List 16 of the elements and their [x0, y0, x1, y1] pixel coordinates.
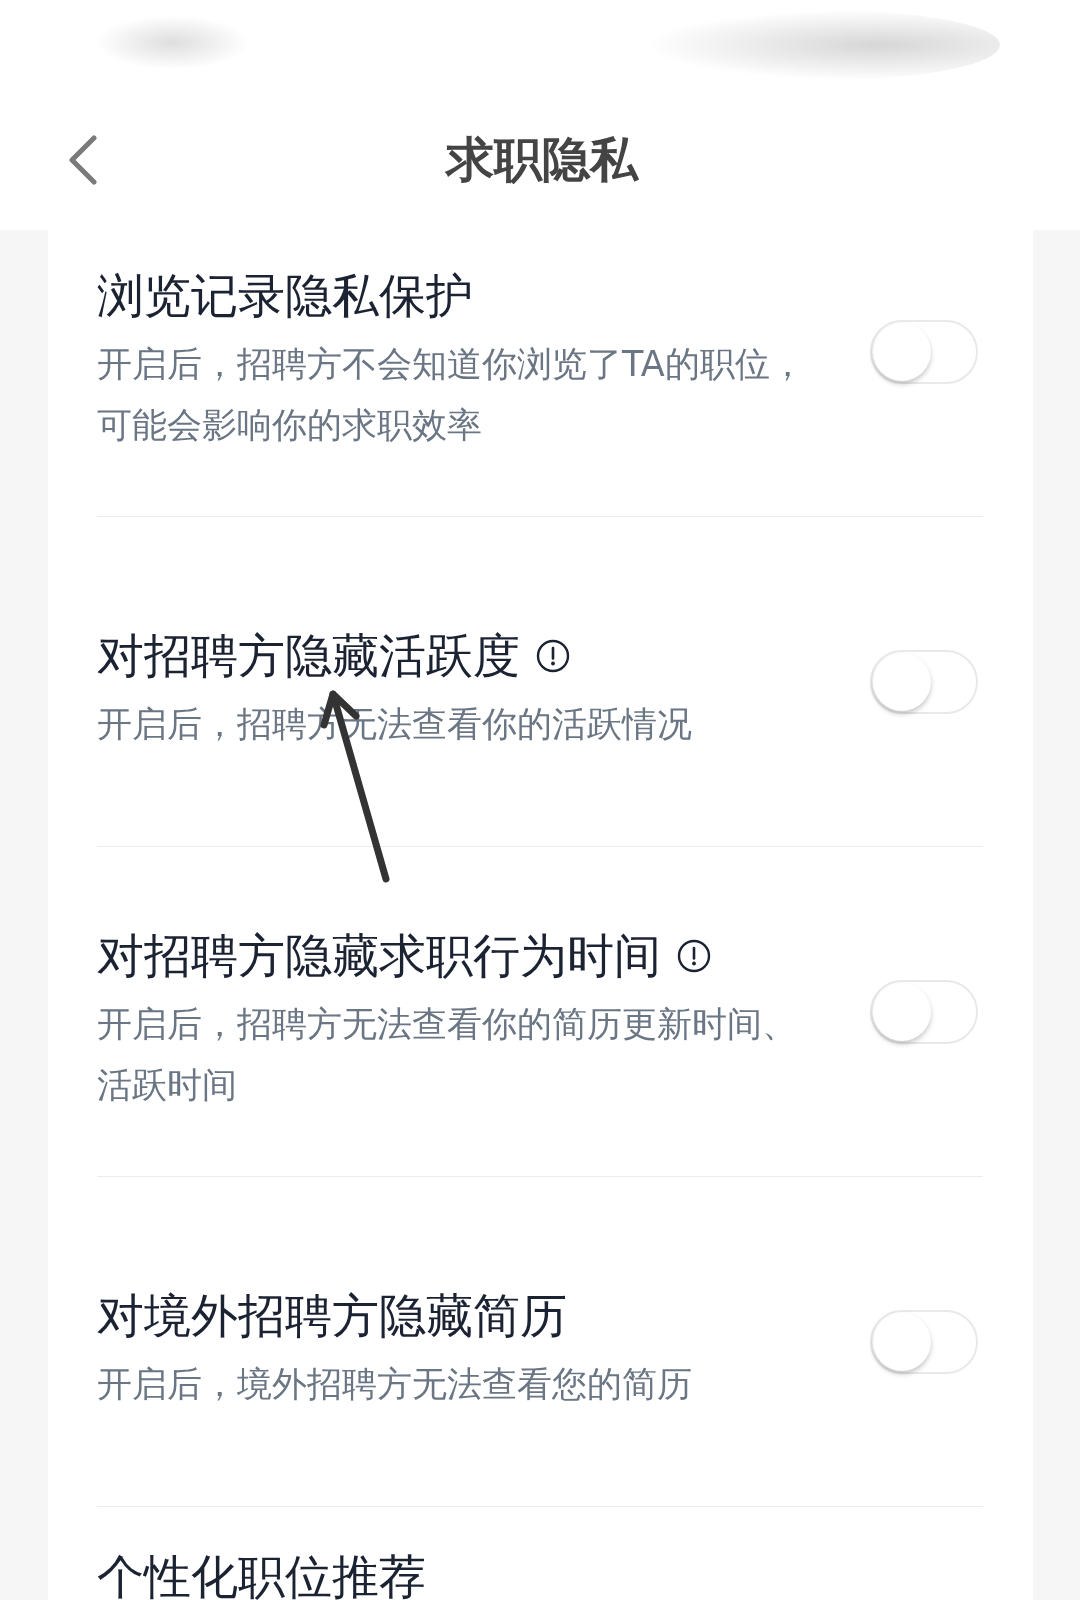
toggle-switch[interactable] [870, 319, 978, 384]
setting-description: 开启后，境外招聘方无法查看您的简历 [97, 1363, 693, 1406]
setting-title: 对境外招聘方隐藏简历 [97, 1288, 567, 1344]
info-icon[interactable] [536, 639, 570, 673]
setting-title: 对招聘方隐藏活跃度 [97, 628, 520, 684]
toggle-switch[interactable] [870, 649, 978, 714]
toggle-switch[interactable] [870, 979, 978, 1044]
info-icon[interactable] [677, 938, 711, 973]
setting-title: 对招聘方隐藏求职行为时间 [97, 927, 661, 984]
page-title: 求职隐私 [446, 131, 638, 189]
setting-title: 浏览记录隐私保护 [97, 267, 473, 324]
setting-description: 开启后，招聘方不会知道你浏览了TA的职位，可能会影响你的求职效率 [97, 342, 806, 447]
toggle-switch[interactable] [870, 1309, 978, 1374]
setting-description: 开启后，招聘方无法查看你的简历更新时间、活跃时间 [97, 1002, 798, 1107]
setting-title: 个性化职位推荐 [97, 1553, 426, 1600]
back-button[interactable] [68, 135, 98, 185]
